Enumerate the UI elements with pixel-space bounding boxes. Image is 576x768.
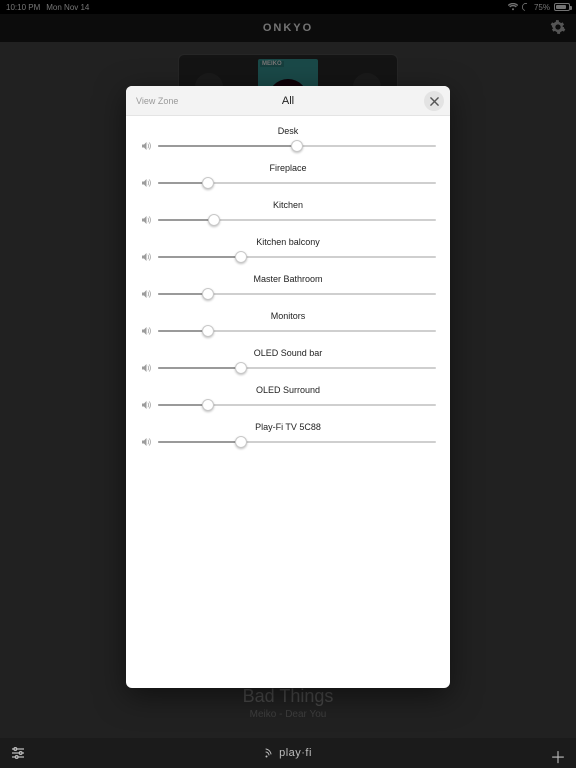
volume-icon[interactable] [140,251,152,263]
volume-slider[interactable] [158,250,436,264]
zone-label: Master Bathroom [136,270,440,287]
volume-slider[interactable] [158,176,436,190]
zone-label: OLED Surround [136,381,440,398]
volume-icon[interactable] [140,140,152,152]
playfi-logo: play·fi [264,747,312,759]
equalizer-icon[interactable] [10,745,26,761]
zone-row: Fireplace [136,159,440,192]
zone-row: OLED Surround [136,381,440,414]
zone-label: Desk [136,122,440,139]
volume-icon[interactable] [140,288,152,300]
zone-row: Play-Fi TV 5C88 [136,418,440,451]
zone-row: Master Bathroom [136,270,440,303]
zone-row: OLED Sound bar [136,344,440,377]
volume-icon[interactable] [140,325,152,337]
zone-row: Kitchen balcony [136,233,440,266]
zone-row: Monitors [136,307,440,340]
volume-slider[interactable] [158,324,436,338]
zone-label: OLED Sound bar [136,344,440,361]
volume-icon[interactable] [140,177,152,189]
volume-icon[interactable] [140,399,152,411]
zone-row: Kitchen [136,196,440,229]
volume-slider[interactable] [158,361,436,375]
add-icon[interactable]: ＋ [550,744,566,768]
zone-label: Kitchen balcony [136,233,440,250]
volume-slider[interactable] [158,287,436,301]
zone-label: Kitchen [136,196,440,213]
close-icon[interactable] [424,91,444,111]
zone-label: Monitors [136,307,440,324]
volume-icon[interactable] [140,436,152,448]
volume-slider[interactable] [158,139,436,153]
zone-row: Desk [136,122,440,155]
zone-label: Play-Fi TV 5C88 [136,418,440,435]
volume-icon[interactable] [140,362,152,374]
modal-header: View Zone All [126,86,450,116]
volume-slider[interactable] [158,398,436,412]
zones-list: Desk Fireplace Kitchen Kitchen balcony Maste… [126,116,450,688]
volume-slider[interactable] [158,435,436,449]
zone-volume-modal: View Zone All Desk Fireplace Kitchen Kitche… [126,86,450,688]
modal-title: All [126,95,450,107]
zone-label: Fireplace [136,159,440,176]
volume-slider[interactable] [158,213,436,227]
volume-icon[interactable] [140,214,152,226]
bottom-bar: play·fi ＋ [0,738,576,768]
